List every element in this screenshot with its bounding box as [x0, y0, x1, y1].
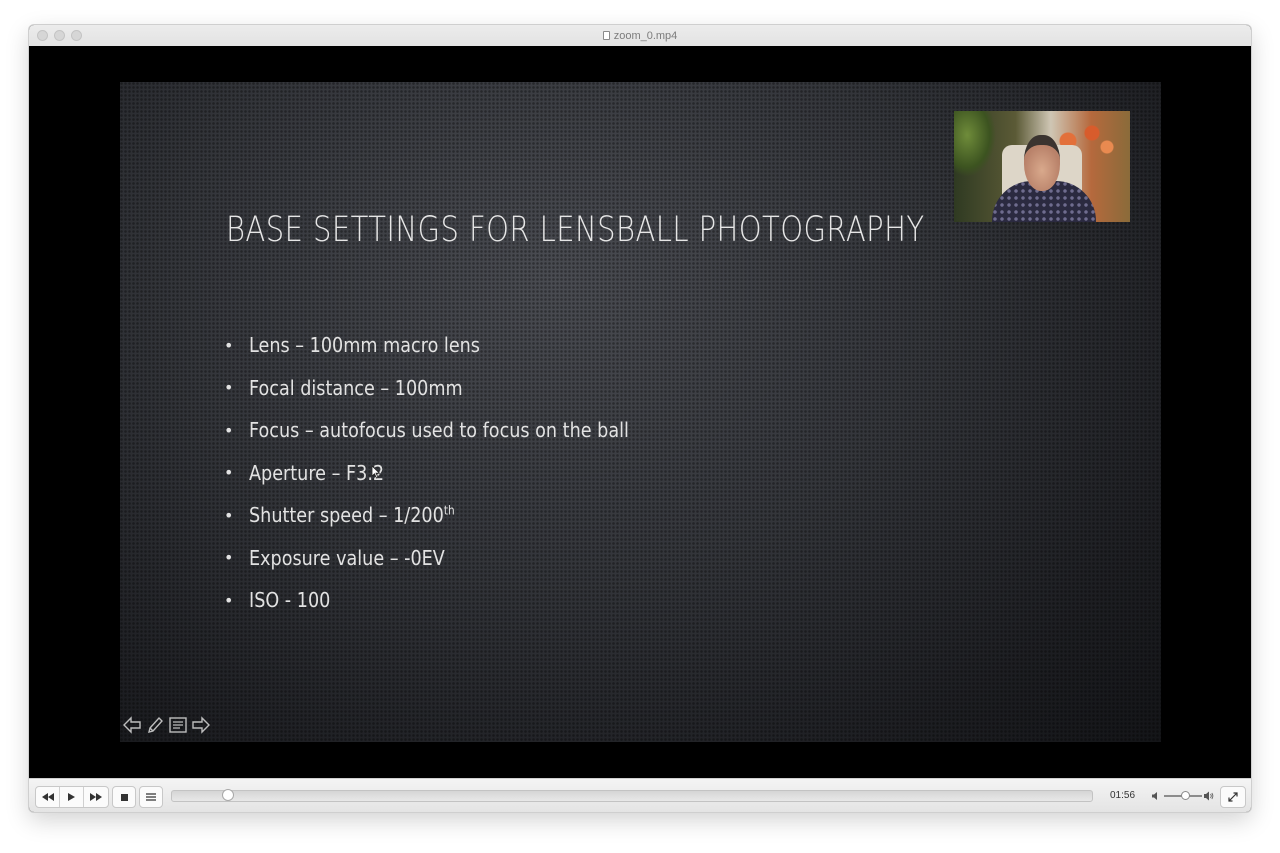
- previous-slide-button[interactable]: [121, 714, 142, 736]
- slide-navigation: [121, 714, 211, 736]
- bullet-item: • Shutter speed – 1/200th: [224, 494, 681, 537]
- bullet-text: Focus – autofocus used to focus on the b…: [249, 418, 629, 443]
- bullet-list: • Lens – 100mm macro lens • Focal distance…: [224, 324, 681, 622]
- bullet-icon: •: [224, 548, 234, 568]
- zoom-window-button[interactable]: [71, 30, 82, 41]
- webcam-thumbnail: [954, 111, 1130, 222]
- slide-title: BASE SETTINGS FOR LENSBALL PHOTOGRAPHY: [226, 210, 925, 250]
- playlist-icon: [146, 793, 156, 801]
- volume-high-icon[interactable]: [1204, 791, 1214, 801]
- bullet-icon: •: [224, 420, 234, 440]
- play-button[interactable]: [60, 787, 84, 807]
- presentation-slide: BASE SETTINGS FOR LENSBALL PHOTOGRAPHY •…: [120, 82, 1161, 742]
- volume-knob[interactable]: [1180, 791, 1190, 800]
- fullscreen-icon: [1228, 792, 1238, 802]
- bullet-text: ISO - 100: [249, 588, 331, 613]
- playlist-group: [139, 786, 163, 808]
- minimize-window-button[interactable]: [54, 30, 65, 41]
- rewind-icon: [41, 793, 54, 801]
- play-icon: [68, 793, 75, 801]
- fast-forward-icon: [90, 793, 102, 801]
- playlist-button[interactable]: [140, 787, 162, 807]
- next-slide-button[interactable]: [190, 714, 211, 736]
- bullet-text: Focal distance – 100mm: [249, 375, 463, 400]
- stop-button[interactable]: [113, 787, 135, 807]
- close-window-button[interactable]: [37, 30, 48, 41]
- bullet-text-wrap: Shutter speed – 1/200th: [249, 503, 455, 527]
- bullet-item: • Focal distance – 100mm: [224, 367, 681, 410]
- seek-bar[interactable]: [171, 789, 1093, 802]
- arrow-left-icon: [122, 716, 141, 734]
- bullet-item: • Lens – 100mm macro lens: [224, 324, 681, 367]
- volume-slider[interactable]: [1164, 791, 1202, 800]
- slide-menu-button[interactable]: [167, 714, 188, 736]
- pen-icon: [147, 716, 163, 733]
- bullet-icon: •: [224, 378, 234, 398]
- bullet-item: • Aperture – F3.2: [224, 452, 681, 495]
- player-window: zoom_0.mp4 BASE SETTINGS FOR LENSBALL PH…: [29, 25, 1251, 812]
- bullet-text: Shutter speed – 1/200: [249, 503, 444, 528]
- bullet-item: • Focus – autofocus used to focus on the …: [224, 409, 681, 452]
- bullet-icon: •: [224, 335, 234, 355]
- seek-knob[interactable]: [221, 789, 234, 801]
- title-bar: zoom_0.mp4: [29, 25, 1251, 47]
- bullet-text: Lens – 100mm macro lens: [249, 333, 480, 358]
- rewind-button[interactable]: [36, 787, 60, 807]
- video-area[interactable]: BASE SETTINGS FOR LENSBALL PHOTOGRAPHY •…: [29, 46, 1251, 779]
- fullscreen-group: [1220, 786, 1246, 808]
- webcam-person-head: [1024, 135, 1060, 191]
- bullet-superscript: th: [443, 503, 455, 518]
- stop-icon: [120, 793, 128, 801]
- bullet-text: Aperture – F3.2: [249, 460, 385, 485]
- elapsed-time: 01:56: [1110, 790, 1136, 801]
- bullet-icon: •: [224, 463, 234, 483]
- bullet-text: Exposure value – -0EV: [249, 545, 445, 570]
- window-controls: [37, 30, 82, 41]
- volume-low-icon[interactable]: [1152, 792, 1160, 800]
- stop-group: [112, 786, 136, 808]
- arrow-right-icon: [191, 716, 210, 734]
- bullet-item: • Exposure value – -0EV: [224, 537, 681, 580]
- pen-tool-button[interactable]: [144, 714, 165, 736]
- webcam-plant: [954, 111, 996, 177]
- bullet-item: • ISO - 100: [224, 579, 681, 622]
- window-title: zoom_0.mp4: [613, 29, 678, 42]
- bullet-icon: •: [224, 590, 234, 610]
- fullscreen-button[interactable]: [1221, 787, 1245, 807]
- transport-group: [35, 786, 109, 808]
- mouse-cursor-icon: [371, 465, 381, 479]
- volume-control: [1152, 790, 1214, 802]
- document-icon: [602, 31, 610, 40]
- menu-icon: [168, 717, 187, 733]
- fast-forward-button[interactable]: [84, 787, 108, 807]
- playback-controls: 01:56: [29, 778, 1251, 812]
- title-wrap: zoom_0.mp4: [602, 29, 678, 42]
- bullet-icon: •: [224, 505, 234, 525]
